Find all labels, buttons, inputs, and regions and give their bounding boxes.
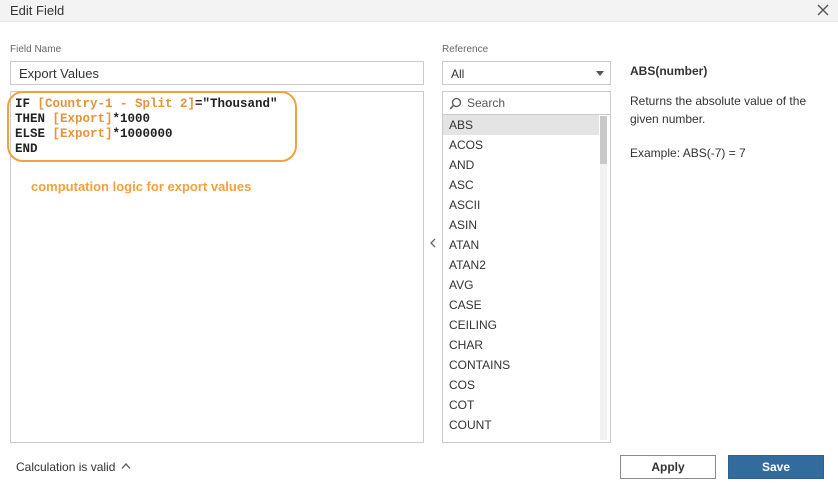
function-list-item[interactable]: COS [443, 375, 599, 395]
function-list-item[interactable]: ABS [443, 115, 599, 135]
function-list-item[interactable]: ATAN [443, 235, 599, 255]
function-list-item[interactable]: CONTAINS [443, 355, 599, 375]
function-list-item[interactable]: ASIN [443, 215, 599, 235]
field-reference: [Country-1 - Split 2] [37, 97, 196, 111]
chevron-left-icon[interactable] [427, 236, 439, 250]
field-reference: [Export] [52, 112, 113, 126]
function-signature: ABS(number) [630, 64, 708, 78]
formula-line-2: THEN [Export]*1000 [15, 112, 151, 126]
function-list-item[interactable]: CHAR [443, 335, 599, 355]
search-icon [449, 97, 462, 110]
function-list-item[interactable]: CASE [443, 295, 599, 315]
scrollbar-track[interactable] [600, 116, 607, 440]
field-reference: [Export] [52, 127, 113, 141]
caret-down-icon [596, 71, 604, 76]
function-list[interactable]: ABS ACOS AND ASC ASCII ASIN ATAN ATAN2 AVG CASE CE… [442, 115, 611, 443]
close-icon[interactable] [816, 3, 830, 17]
scrollbar-thumb[interactable] [600, 116, 607, 164]
search-input[interactable] [467, 94, 605, 112]
dialog-title: Edit Field [10, 3, 65, 18]
field-name-label: Field Name [10, 44, 62, 55]
formula-editor[interactable]: IF [Country-1 - Split 2]="Thousand" THEN… [7, 91, 424, 443]
function-list-item[interactable]: ACOS [443, 135, 599, 155]
formula-line-3: ELSE [Export]*1000000 [15, 127, 173, 141]
formula-line-1: IF [Country-1 - Split 2]="Thousand" [15, 97, 278, 111]
function-list-item[interactable]: COT [443, 395, 599, 415]
reference-label: Reference [442, 44, 489, 55]
function-description: Returns the absolute value of the given … [630, 94, 807, 126]
function-list-item[interactable]: AND [443, 155, 599, 175]
function-example: Example: ABS(-7) = 7 [630, 146, 746, 160]
field-name-input[interactable] [10, 61, 424, 85]
apply-button[interactable]: Apply [620, 455, 716, 479]
calculation-status[interactable]: Calculation is valid [16, 460, 131, 474]
function-list-item[interactable]: ATAN2 [443, 255, 599, 275]
formula-line-4: END [15, 142, 38, 156]
reference-dropdown-value: All [451, 67, 465, 81]
function-search[interactable] [442, 91, 611, 115]
function-list-items: ABS ACOS AND ASC ASCII ASIN ATAN ATAN2 AVG CASE CE… [443, 115, 610, 435]
reference-dropdown[interactable]: All [442, 61, 611, 85]
function-list-item[interactable]: COUNT [443, 415, 599, 435]
function-list-item[interactable]: ASC [443, 175, 599, 195]
calculation-status-text: Calculation is valid [16, 460, 116, 474]
function-list-item[interactable]: AVG [443, 275, 599, 295]
dialog-titlebar: Edit Field [0, 0, 838, 22]
function-list-item[interactable]: ASCII [443, 195, 599, 215]
save-button[interactable]: Save [728, 455, 824, 479]
function-list-item[interactable]: CEILING [443, 315, 599, 335]
formula-code[interactable]: IF [Country-1 - Split 2]="Thousand" THEN… [15, 97, 278, 157]
chevron-up-icon [121, 463, 131, 469]
annotation-text: computation logic for export values [31, 179, 252, 194]
